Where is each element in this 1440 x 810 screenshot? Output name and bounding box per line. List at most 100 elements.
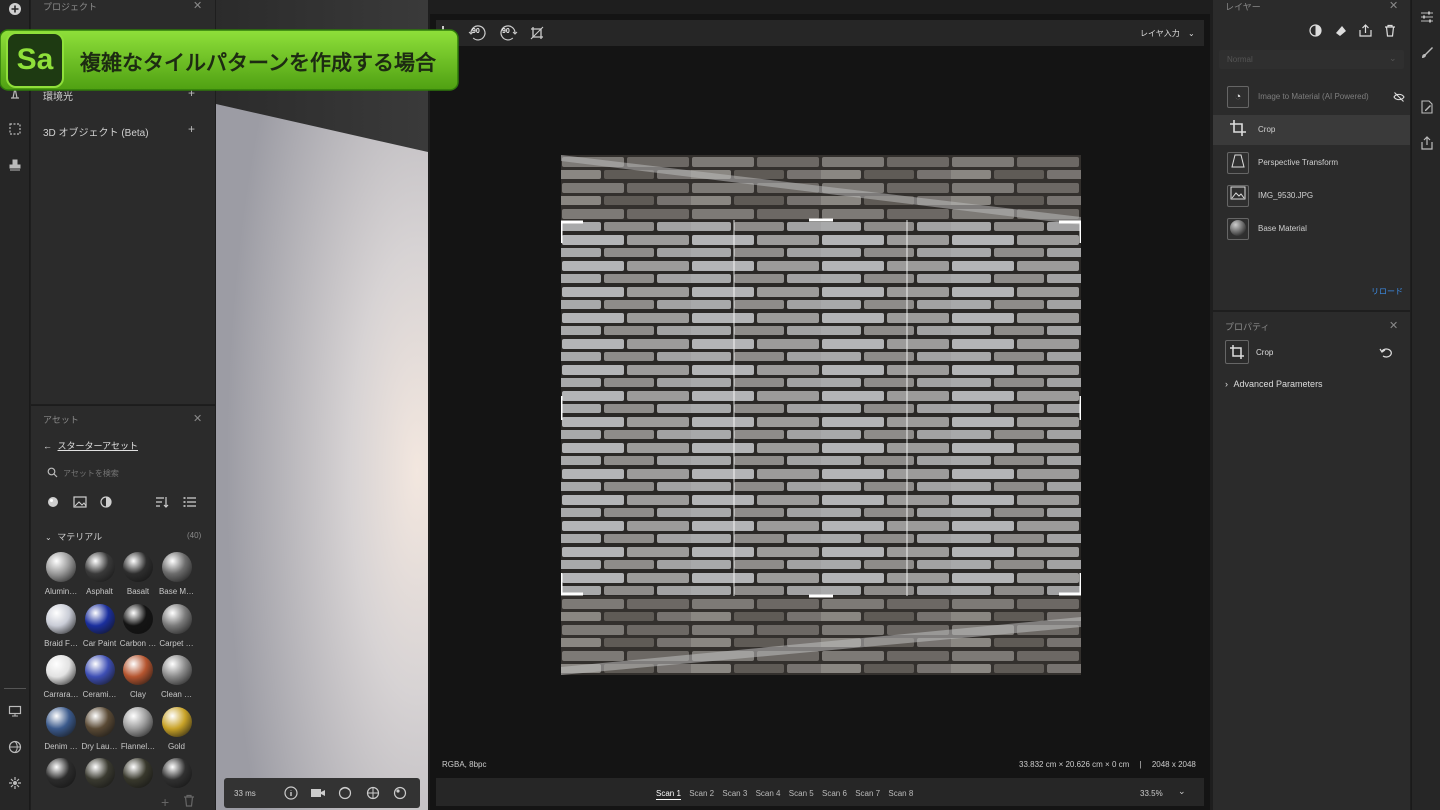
project-row-3d-objects[interactable]: 3D オブジェクト (Beta)	[43, 124, 149, 139]
scan-tab[interactable]: Scan 6	[822, 789, 847, 798]
status-separator: |	[1139, 760, 1142, 769]
share-icon[interactable]	[1420, 136, 1434, 155]
advanced-parameters-toggle[interactable]: › Advanced Parameters	[1225, 379, 1323, 389]
back-link[interactable]: ← スターターアセット	[43, 439, 138, 452]
ground-icon[interactable]	[366, 786, 380, 805]
delete-layer-icon[interactable]	[1384, 24, 1396, 42]
transform-icon[interactable]	[5, 122, 25, 142]
layer-item-crop[interactable]: Crop	[1213, 115, 1410, 145]
layer-label: Base Material	[1258, 224, 1307, 233]
rotate-right-icon[interactable]: 90	[498, 24, 518, 47]
material-item[interactable]: Basalt	[119, 550, 157, 600]
camera-icon[interactable]	[310, 786, 326, 805]
material-label: Carpet …	[159, 638, 194, 648]
add-fill-layer-icon[interactable]	[1309, 24, 1322, 42]
material-item[interactable]: Cerami…	[81, 653, 119, 703]
material-item[interactable]: Carpet …	[158, 602, 196, 652]
scan-tab[interactable]: Scan 1	[656, 789, 681, 800]
material-item[interactable]: Asphalt	[81, 550, 119, 600]
scan-tab[interactable]: Scan 5	[789, 789, 814, 798]
material-thumbnail	[46, 603, 76, 634]
layer-input-dropdown[interactable]: レイヤ入力 ⌄	[1140, 28, 1195, 39]
add-3d-object-icon[interactable]: +	[188, 122, 195, 136]
material-item[interactable]	[81, 756, 119, 806]
material-preview-icon[interactable]	[393, 786, 407, 805]
globe-settings-icon[interactable]	[5, 740, 25, 760]
chevron-down-icon: ⌄	[1188, 29, 1195, 38]
materials-count: (40)	[187, 531, 202, 540]
material-item[interactable]	[119, 756, 157, 806]
project-panel-title: プロジェクト	[43, 2, 98, 12]
brush-icon[interactable]	[1420, 46, 1434, 65]
close-icon[interactable]: ✕	[193, 0, 202, 12]
material-item[interactable]: Clean …	[158, 653, 196, 703]
export-layer-icon[interactable]	[1359, 24, 1372, 42]
material-item[interactable]: Alumin…	[42, 550, 80, 600]
plugin-icon[interactable]	[5, 776, 25, 796]
close-icon[interactable]: ✕	[193, 412, 202, 425]
info-icon[interactable]	[284, 786, 298, 805]
screen-icon[interactable]	[5, 704, 25, 724]
material-item[interactable]: Denim …	[42, 705, 80, 755]
material-item[interactable]: Flannel…	[119, 705, 157, 755]
ai-material-icon: ◔	[1227, 86, 1249, 108]
layer-item-base-material[interactable]: Base Material	[1213, 214, 1410, 244]
scan-tab[interactable]: Scan 4	[756, 789, 781, 798]
close-icon[interactable]: ✕	[1389, 319, 1398, 332]
scan-tab[interactable]: Scan 3	[722, 789, 747, 798]
material-item[interactable]: Gold	[158, 705, 196, 755]
environment-light-icon[interactable]	[338, 786, 352, 805]
scan-tab[interactable]: Scan 7	[855, 789, 880, 798]
sliders-icon[interactable]	[1420, 10, 1434, 29]
document-edit-icon[interactable]	[1420, 100, 1434, 119]
reset-icon[interactable]	[1379, 345, 1393, 363]
layer-item-perspective[interactable]: Perspective Transform	[1213, 148, 1410, 178]
material-label: Denim …	[44, 741, 78, 751]
material-item[interactable]: Carbon …	[119, 602, 157, 652]
filter-materials-icon[interactable]	[47, 495, 59, 513]
blend-mode-select[interactable]: Normal ⌄	[1219, 50, 1404, 69]
reload-link[interactable]: リロード	[1371, 286, 1403, 297]
material-item[interactable]: Carrara…	[42, 653, 80, 703]
materials-section-label: マテリアル	[57, 532, 103, 542]
material-thumbnail	[46, 706, 76, 737]
filter-images-icon[interactable]	[73, 495, 87, 513]
blend-mode-value: Normal	[1227, 55, 1253, 64]
3d-viewport[interactable]	[216, 0, 428, 810]
rotate-left-icon[interactable]: 90	[468, 24, 488, 47]
material-item[interactable]: Base M…	[158, 550, 196, 600]
material-label: Base M…	[158, 587, 195, 596]
material-item[interactable]: Clay	[119, 653, 157, 703]
rotate-left-label: 90	[472, 28, 480, 35]
trash-icon[interactable]	[183, 794, 195, 810]
material-item[interactable]: Dry Lau…	[81, 705, 119, 755]
close-icon[interactable]: ✕	[1389, 0, 1398, 12]
chevron-down-icon: ⌄	[45, 533, 52, 542]
texture-canvas[interactable]	[561, 155, 1081, 675]
material-thumbnail	[123, 706, 153, 737]
scan-tab[interactable]: Scan 2	[689, 789, 714, 798]
zoom-level[interactable]: 33.5%	[1140, 789, 1163, 798]
asset-search[interactable]	[45, 465, 201, 481]
add-material-layer-icon[interactable]	[1334, 24, 1348, 42]
stamp-icon[interactable]	[5, 158, 25, 178]
materials-section-header[interactable]: ⌄ マテリアル	[45, 530, 102, 543]
material-item[interactable]	[42, 756, 80, 806]
material-item[interactable]: Braid F…	[42, 602, 80, 652]
hidden-eye-icon[interactable]	[1393, 90, 1405, 108]
crop-reset-icon[interactable]	[530, 26, 544, 45]
add-icon[interactable]	[5, 2, 25, 22]
sort-icon[interactable]	[155, 495, 169, 513]
filter-environments-icon[interactable]	[100, 495, 112, 513]
search-input[interactable]	[63, 465, 193, 481]
list-view-icon[interactable]	[183, 495, 197, 513]
add-asset-icon[interactable]: +	[161, 794, 169, 810]
material-item[interactable]: Car Paint	[81, 602, 119, 652]
material-thumbnail	[123, 655, 153, 685]
layer-item-image[interactable]: IMG_9530.JPG	[1213, 181, 1410, 211]
chevron-down-icon[interactable]: ⌄	[1178, 786, 1186, 797]
properties-panel-title: プロパティ	[1225, 322, 1270, 332]
layer-item-image-to-material[interactable]: ◔ Image to Material (AI Powered)	[1213, 82, 1410, 112]
scan-tab[interactable]: Scan 8	[888, 789, 913, 798]
material-label: Clay	[129, 690, 146, 699]
